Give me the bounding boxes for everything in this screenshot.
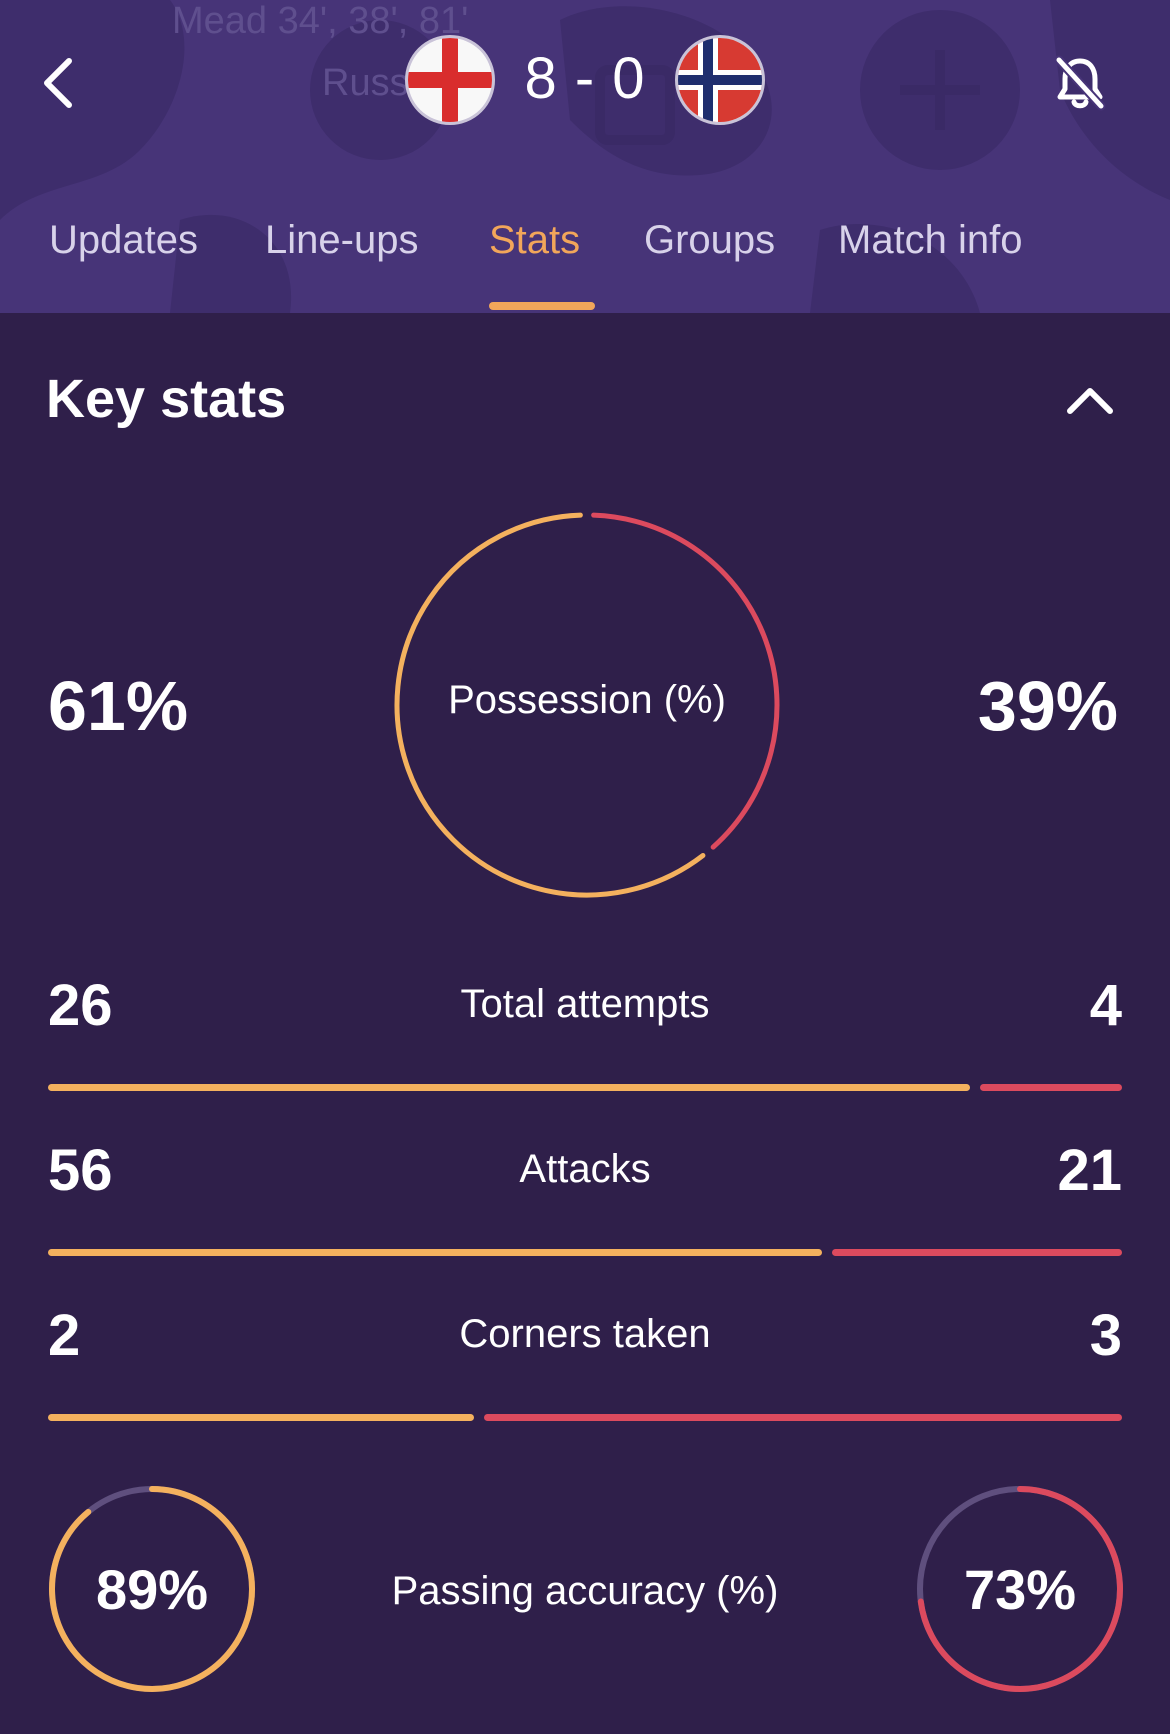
tab-match-info[interactable]: Match info: [838, 218, 1023, 263]
passing-home-value: 89%: [95, 1558, 209, 1621]
passing-accuracy-label: Passing accuracy (%): [391, 1569, 779, 1613]
possession-away-value: 39%: [977, 667, 1118, 745]
possession-label: Possession (%): [448, 678, 726, 722]
corners-home-value: 2: [48, 1303, 81, 1368]
attacks-label: Attacks: [519, 1147, 651, 1191]
bell-off-icon: [1054, 55, 1106, 111]
chevron-up-icon: [1067, 388, 1113, 414]
total-attempts-home-bar: [48, 1084, 971, 1091]
attacks-home-value: 56: [48, 1138, 113, 1203]
attacks-away-value: 21: [1057, 1138, 1122, 1203]
total-attempts-label: Total attempts: [460, 982, 710, 1026]
attacks-away-bar: [831, 1249, 1122, 1256]
match-score: 8 - 0: [524, 46, 646, 111]
tab-stats[interactable]: Stats: [489, 218, 580, 263]
corners-away-value: 3: [1089, 1303, 1122, 1368]
tab-groups[interactable]: Groups: [644, 218, 775, 263]
attacks-home-bar: [48, 1249, 822, 1256]
corners-home-bar: [48, 1414, 474, 1421]
match-header: Mead 34', 38', 81' Russo 8 - 0 Updates L…: [0, 0, 1170, 313]
total-attempts-home-value: 26: [48, 973, 113, 1038]
possession-home-value: 61%: [48, 667, 189, 745]
corners-away-bar: [483, 1414, 1122, 1421]
total-attempts-away-bar: [980, 1084, 1122, 1091]
total-attempts-away-value: 4: [1089, 973, 1122, 1038]
collapse-key-stats-button[interactable]: [1060, 370, 1120, 430]
match-tabs: Updates Line-ups Stats Groups Match info: [0, 212, 1170, 312]
tab-line-ups[interactable]: Line-ups: [265, 218, 418, 263]
corners-label: Corners taken: [459, 1312, 711, 1356]
england-flag-icon[interactable]: [405, 35, 495, 125]
back-button[interactable]: [22, 48, 92, 118]
active-tab-indicator: [489, 302, 595, 310]
key-stats-title: Key stats: [46, 369, 287, 429]
passing-away-value: 73%: [963, 1558, 1077, 1621]
norway-flag-icon[interactable]: [675, 35, 765, 125]
tab-updates[interactable]: Updates: [49, 218, 198, 263]
notifications-toggle-button[interactable]: [1045, 48, 1115, 118]
scoreline: 8 - 0: [405, 35, 765, 125]
chevron-left-icon: [44, 58, 72, 108]
